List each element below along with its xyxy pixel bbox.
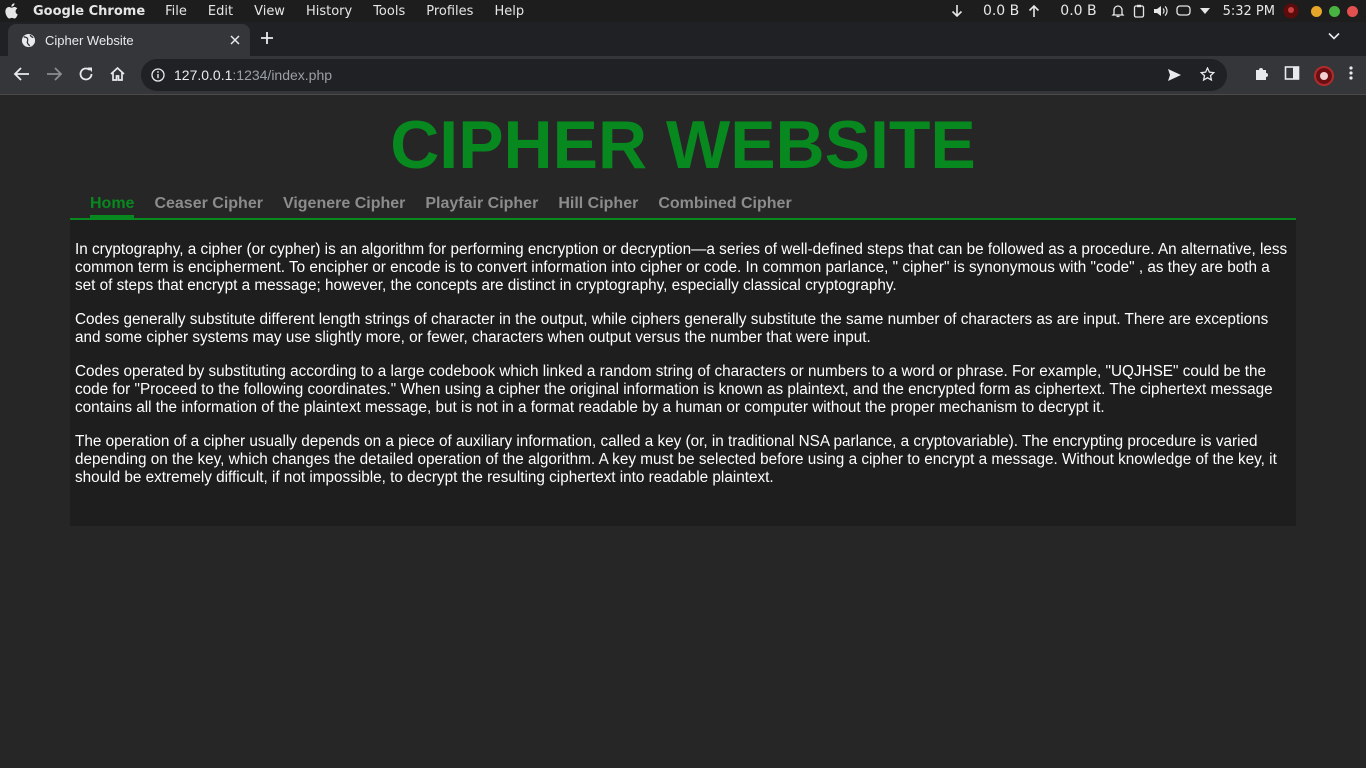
nav-vigenere-cipher[interactable]: Vigenere Cipher — [283, 194, 405, 218]
nav-ceaser-cipher[interactable]: Ceaser Cipher — [154, 194, 263, 218]
menu-profiles[interactable]: Profiles — [426, 4, 473, 19]
dropdown-triangle-icon[interactable] — [1199, 6, 1211, 16]
site-nav: Home Ceaser Cipher Vigenere Cipher Playf… — [70, 194, 1296, 220]
extensions-puzzle-icon[interactable] — [1254, 65, 1270, 86]
status-area: 0.0 B 0.0 B 5:32 PM — [943, 0, 1366, 22]
upload-arrow-icon — [1028, 4, 1040, 18]
omnibox-actions — [1167, 66, 1216, 87]
close-dot-icon[interactable] — [1347, 5, 1358, 17]
clock-text[interactable]: 5:32 PM — [1223, 4, 1275, 19]
address-bar[interactable]: 127.0.0.1:1234/index.php — [141, 59, 1227, 91]
net-down-value: 0.0 B — [982, 3, 1020, 19]
toolbar-right-actions — [1254, 65, 1354, 86]
nav-hill-cipher[interactable]: Hill Cipher — [558, 194, 638, 218]
minimize-dot-icon[interactable] — [1311, 5, 1322, 17]
bookmark-star-icon[interactable] — [1199, 66, 1216, 87]
side-panel-icon[interactable] — [1284, 65, 1300, 86]
site-title: CIPHER WEBSITE — [390, 107, 976, 183]
menu-help[interactable]: Help — [494, 4, 524, 19]
menu-history[interactable]: History — [306, 4, 352, 19]
nav-playfair-cipher[interactable]: Playfair Cipher — [425, 194, 538, 218]
web-page: CIPHER WEBSITE Home Ceaser Cipher Vigene… — [0, 96, 1366, 768]
tab-cipher-website[interactable]: Cipher Website — [8, 24, 250, 56]
apple-icon[interactable] — [4, 3, 18, 19]
forward-arrow-icon[interactable] — [45, 66, 63, 82]
profile-avatar[interactable] — [1314, 65, 1334, 86]
home-icon[interactable] — [109, 66, 126, 82]
content-panel: In cryptography, a cipher (or cypher) is… — [70, 220, 1296, 526]
macos-menu-bar: Google Chrome File Edit View History Too… — [0, 0, 1366, 22]
url-host: 127.0.0.1 — [174, 67, 233, 83]
chat-bubble-icon[interactable] — [1175, 4, 1191, 18]
download-arrow-icon — [951, 4, 963, 18]
url-text[interactable]: 127.0.0.1:1234/index.php — [174, 67, 332, 83]
url-path: :1234/index.php — [232, 67, 333, 83]
paragraph-codebook: Codes operated by substituting according… — [75, 363, 1273, 416]
net-up-value: 0.0 B — [1060, 3, 1097, 19]
paragraph-intro: In cryptography, a cipher (or cypher) is… — [75, 241, 1288, 294]
menu-edit[interactable]: Edit — [208, 4, 233, 19]
browser-toolbar: 127.0.0.1:1234/index.php — [0, 56, 1366, 95]
menu-file[interactable]: File — [165, 4, 187, 19]
maximize-dot-icon[interactable] — [1329, 5, 1340, 17]
chevron-down-icon[interactable] — [1328, 32, 1340, 40]
close-icon[interactable] — [230, 35, 240, 45]
volume-icon[interactable] — [1153, 4, 1168, 18]
site-info-icon[interactable] — [151, 68, 165, 82]
app-name[interactable]: Google Chrome — [33, 4, 145, 19]
tab-title: Cipher Website — [45, 32, 134, 48]
paragraph-key: The operation of a cipher usually depend… — [75, 433, 1277, 486]
nav-home[interactable]: Home — [90, 194, 135, 218]
clipboard-icon[interactable] — [1133, 4, 1145, 18]
back-arrow-icon[interactable] — [13, 66, 31, 82]
send-to-device-icon[interactable] — [1167, 68, 1182, 87]
globe-icon — [21, 33, 36, 48]
kebab-menu-icon[interactable] — [1348, 65, 1354, 86]
profile-avatar-face — [1320, 71, 1328, 80]
tab-strip: Cipher Website — [0, 22, 1366, 56]
nav-combined-cipher[interactable]: Combined Cipher — [658, 194, 791, 218]
paragraph-codes: Codes generally substitute different len… — [75, 311, 1269, 346]
notification-bell-icon[interactable] — [1111, 4, 1125, 18]
menu-tools[interactable]: Tools — [373, 4, 405, 19]
user-avatar-icon[interactable] — [1283, 3, 1299, 19]
reload-icon[interactable] — [78, 66, 94, 82]
new-tab-plus-icon[interactable] — [260, 31, 274, 45]
window-controls — [1311, 5, 1358, 17]
menu-view[interactable]: View — [254, 4, 285, 19]
